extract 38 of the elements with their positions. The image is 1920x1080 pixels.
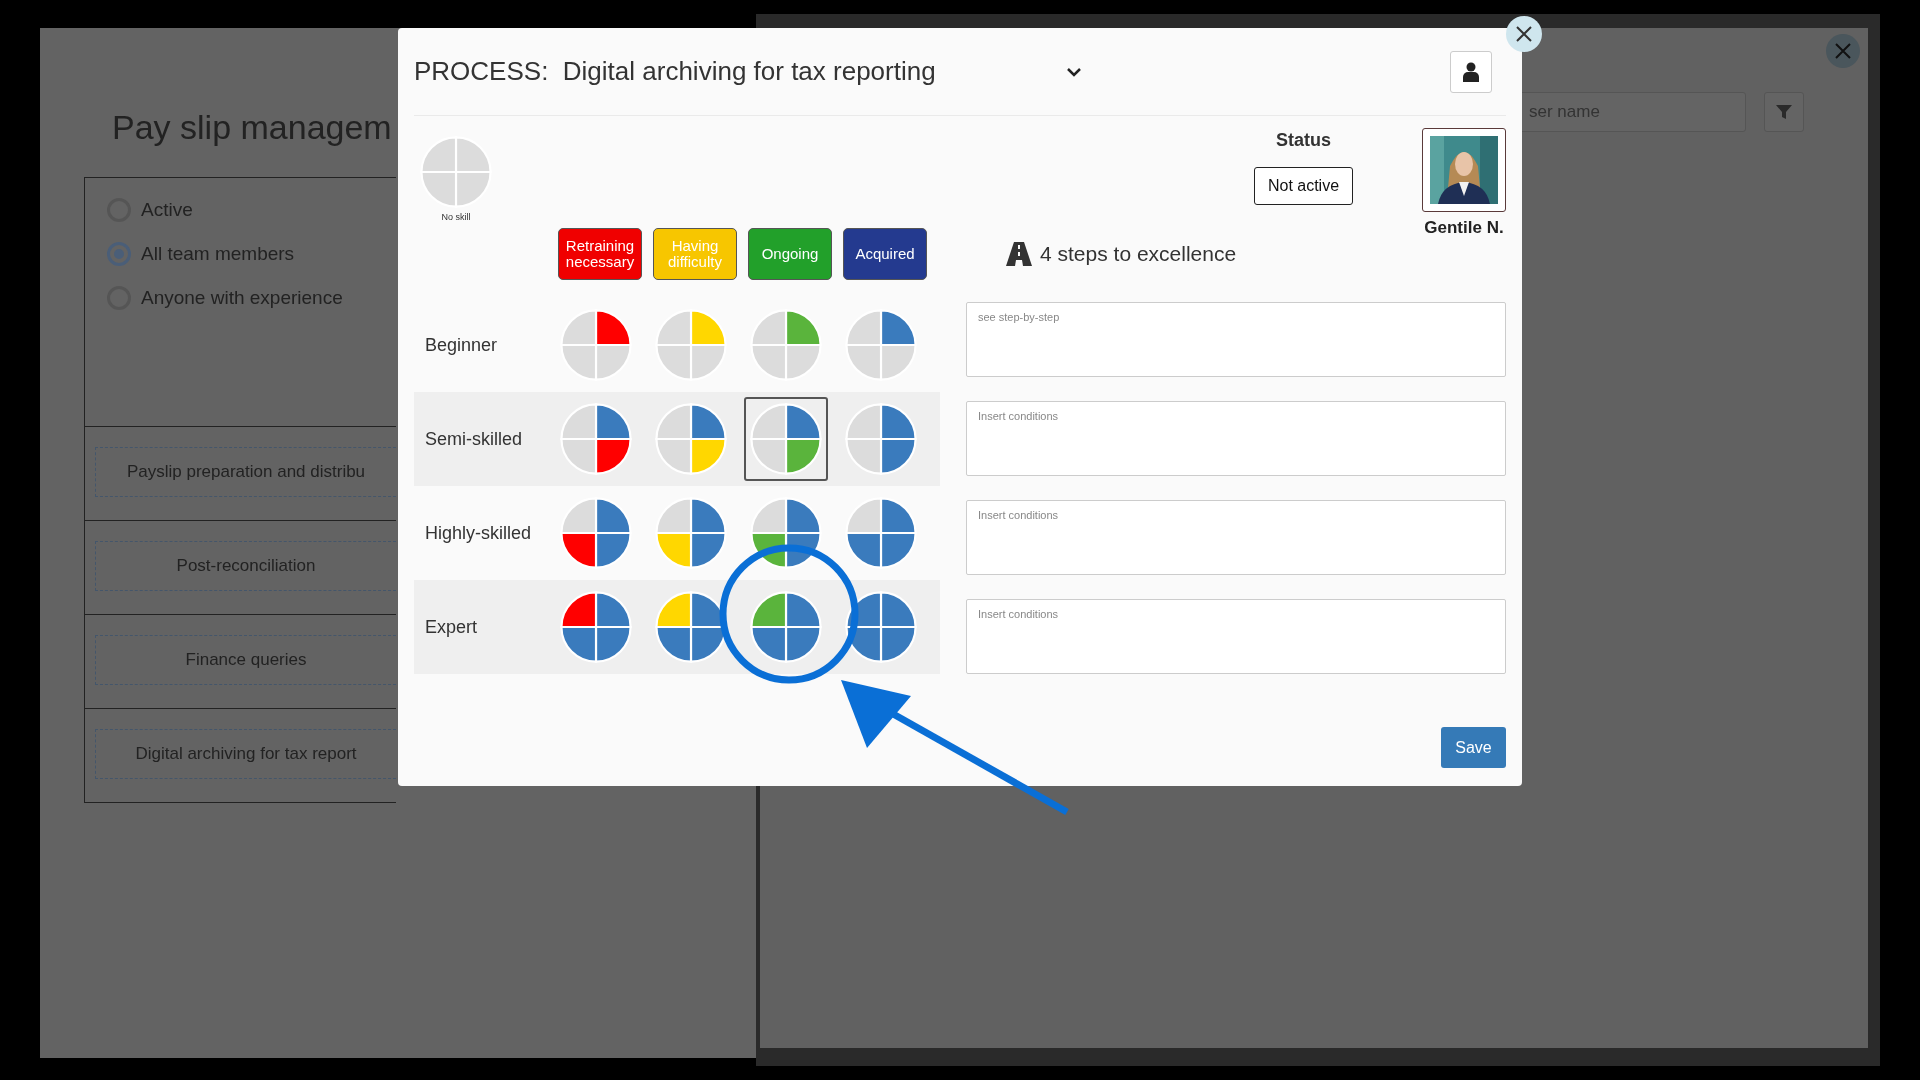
- status-legend-button[interactable]: Retraining necessary: [558, 228, 642, 280]
- status-legend-button[interactable]: Ongoing: [748, 228, 832, 280]
- filter-button[interactable]: [1764, 92, 1804, 132]
- status-legend-button[interactable]: Having difficulty: [653, 228, 737, 280]
- status-button[interactable]: Not active: [1254, 167, 1353, 205]
- close-icon: [1514, 24, 1534, 44]
- close-icon: [1833, 41, 1853, 61]
- save-button[interactable]: Save: [1441, 727, 1506, 768]
- level-label: Beginner: [424, 334, 499, 356]
- user-button[interactable]: [1450, 50, 1492, 93]
- conditions-field[interactable]: see step-by-step: [966, 302, 1506, 377]
- process-item[interactable]: Digital archiving for tax report: [95, 729, 396, 779]
- level-label: Highly-skilled: [424, 522, 533, 544]
- process-item[interactable]: Payslip preparation and distribu: [95, 447, 396, 497]
- conditions-field[interactable]: Insert conditions: [966, 599, 1506, 674]
- radio-label[interactable]: Anyone with experience: [141, 287, 343, 309]
- radio-label[interactable]: All team members: [141, 243, 295, 265]
- person-name: Gentile N.: [1424, 218, 1504, 238]
- filter-icon: [1775, 103, 1793, 121]
- process-item[interactable]: Post-reconciliation: [95, 541, 396, 591]
- process-item[interactable]: Finance queries: [95, 635, 396, 685]
- page-title: Pay slip managem: [112, 108, 392, 147]
- level-label: Semi-skilled: [424, 428, 524, 450]
- conditions-field[interactable]: Insert conditions: [966, 401, 1506, 476]
- conditions-field[interactable]: Insert conditions: [966, 500, 1506, 575]
- user-icon: [1463, 61, 1479, 82]
- road-icon: [1006, 242, 1032, 266]
- chevron-down-icon: [1065, 66, 1082, 77]
- steps-heading: 4 steps to excellence: [1040, 242, 1237, 266]
- no-skill-pie-icon: [420, 136, 492, 208]
- no-skill-label: No skill: [441, 212, 471, 222]
- level-label: Expert: [424, 616, 479, 638]
- selected-cell-frame[interactable]: [744, 397, 828, 481]
- status-legend-button[interactable]: Acquired: [843, 228, 927, 280]
- radio-button[interactable]: [107, 242, 131, 266]
- status-label: Status: [1276, 130, 1331, 151]
- radio-label[interactable]: Active: [141, 199, 193, 221]
- dialog-title: PROCESS: Digital archiving for tax reporting: [414, 56, 936, 87]
